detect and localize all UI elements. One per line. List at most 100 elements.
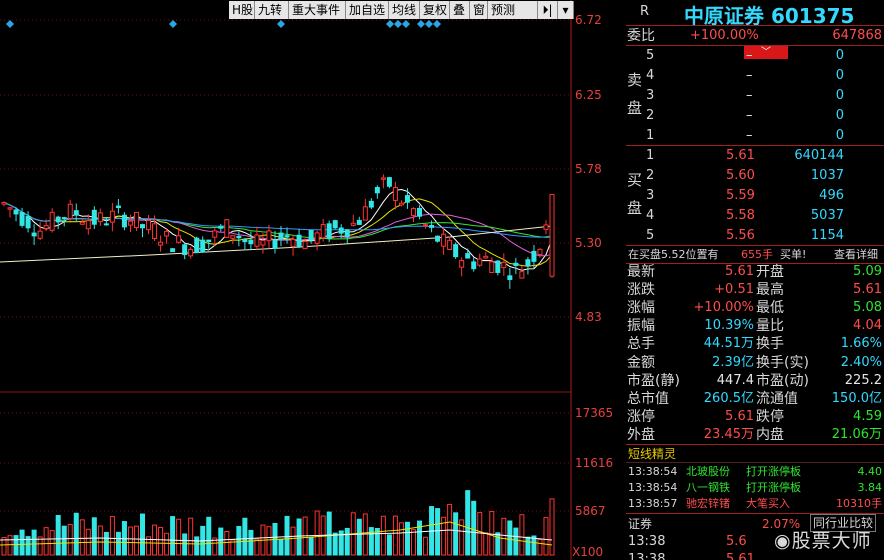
candle-body [284,235,290,238]
event-marker-icon[interactable] [169,20,177,28]
stat-label: 外盘 [627,426,655,443]
ratio-label: 委比 [627,28,655,44]
candle-body [224,219,230,238]
level-price: 5.61 [726,148,755,163]
stat-label: 涨幅 [627,300,655,317]
stat-row: 金额 2.39亿 换手(实) 2.40% [626,354,884,372]
event-marker-icon[interactable] [6,20,14,28]
volume-bar [392,515,398,556]
volume-bar [278,538,284,556]
candle-body [471,261,477,270]
candle-body [43,225,49,229]
event-marker-icon[interactable] [277,20,285,28]
volume-bar [103,531,109,556]
candle-body [278,232,284,240]
stat-label: 最新 [627,264,655,280]
candle-body [140,224,146,229]
sell-level-row[interactable]: 2 – 0 [626,106,884,126]
sell-level-row[interactable]: 4 – 0 [626,66,884,86]
toolbar-button-8[interactable]: 预测 [488,1,538,19]
candle-body [356,219,362,225]
level-number: 1 [646,148,655,163]
event-marker-icon[interactable] [425,20,433,28]
fullscreen-button[interactable]: ⏵| [538,1,558,19]
toolbar-button-5[interactable]: 复权 [420,1,450,19]
order-ratio-row: 委比 +100.00% 647868 [626,26,884,46]
volume-bar [477,512,483,556]
candle-body [429,225,435,228]
dropdown-icon: ▾ [562,3,569,17]
level-volume: 496 [819,188,844,203]
volume-bar [386,534,392,556]
candle-body [435,235,441,242]
short-term-item[interactable]: 13:38:57 驰宏锌锗 大笔买入 10310手 [626,496,884,512]
candle-body [404,195,410,203]
buy-level-row[interactable]: 5 5.56 1154 [626,226,884,246]
short-term-item[interactable]: 13:38:54 八一钢铁 打开涨停板 3.84 [626,480,884,496]
toolbar-button-3[interactable]: 加自选 [346,1,389,19]
quote-panel: R 中原证券 601375 委比 +100.00% 647868 ﹀ 卖盘 5–0… [626,0,884,560]
toolbar-button-7[interactable]: 窗 [470,1,488,19]
toolbar-button-4[interactable]: 均线 [389,1,420,19]
queue-detail-link[interactable]: 查看详细 [834,245,878,265]
toolbar-button-0[interactable]: H股 [229,1,255,19]
volume-bar [182,533,188,556]
candle-body [242,238,248,243]
buy-level-row[interactable]: 4 5.58 5037 [626,206,884,226]
kline-chart-area[interactable]: H股 九转 重大事件 加自选 均线 复权叠窗预测 ⏵| ▾ 6.72 6.25 5.78 5.3… [0,0,626,560]
stat-label: 总市值 [627,390,669,407]
event-marker-icon[interactable] [433,20,441,28]
buy-level-row[interactable]: 2 5.60 1037 [626,166,884,186]
stat-value: 5.08 [853,300,882,316]
volume-bar [194,536,200,556]
level-price: 5.58 [726,208,755,223]
candle-body [326,223,332,239]
candle-body [543,224,549,230]
candle-body [465,253,471,259]
event-marker-icon[interactable] [402,20,410,28]
short-term-item[interactable]: 13:38:54 北玻股份 打开涨停板 4.40 [626,464,884,480]
candle-body [266,230,272,242]
volume-bar [67,524,73,556]
volume-bar [398,522,404,556]
volume-bar [176,518,182,556]
buy-level-row[interactable]: 1 5.61 640144 [626,146,884,166]
event-marker-icon[interactable] [386,20,394,28]
volume-bar [549,498,555,556]
candle-body [13,209,19,215]
candle-body [314,232,320,244]
level-number: 4 [646,208,655,223]
level-volume: 640144 [794,148,844,163]
candle-body [332,220,338,229]
candle-body [525,259,531,266]
volume-bar [453,512,459,556]
candle-body [164,230,170,237]
toolbar-button-1[interactable]: 九转 [255,1,289,19]
kline-chart-svg[interactable] [0,0,626,560]
volume-bar [133,525,139,556]
toolbar-button-2[interactable]: 重大事件 [289,1,346,19]
buy-level-row[interactable]: 3 5.59 496 [626,186,884,206]
item-time: 13:38:54 [628,481,678,494]
volume-bar [525,536,531,556]
stat-label: 换手(实) [756,354,809,371]
volume-bar [344,527,350,556]
ratio-pct: +100.00% [690,28,759,43]
queue-row: 在买盘5.52位置有 655手 买单! 查看详细 [626,245,884,265]
stat-row: 涨幅 +10.00% 最低 5.08 [626,299,884,317]
sell-level-row[interactable]: 1 – 0 [626,126,884,146]
candle-body [386,177,392,187]
item-event: 打开涨停板 [746,465,801,478]
stat-label: 流通值 [756,390,798,407]
chart-menu-button[interactable]: ▾ [558,1,574,19]
candle-body [236,235,242,239]
event-marker-icon[interactable] [394,20,402,28]
sell-level-row[interactable]: 5 – 0 [626,46,884,66]
level-price: – [746,88,753,103]
event-marker-icon[interactable] [417,20,425,28]
candle-body [55,216,61,223]
sell-level-row[interactable]: 3 – 0 [626,86,884,106]
level-volume: 0 [835,108,844,123]
level-number: 2 [646,108,655,123]
toolbar-button-6[interactable]: 叠 [450,1,470,19]
